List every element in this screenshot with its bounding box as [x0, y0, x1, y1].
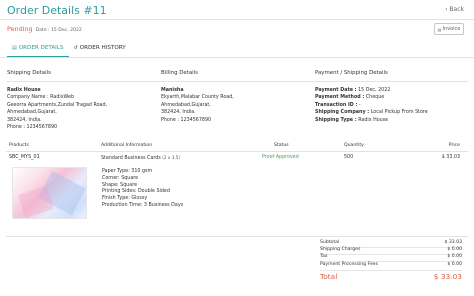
- tab-order-history[interactable]: ↺ ORDER HISTORY: [69, 43, 131, 57]
- shipping-type-value: Radix House: [358, 117, 389, 123]
- table-footer-divider: [6, 236, 468, 237]
- billing-line: Ahmedabad,Gujarat,: [161, 102, 211, 108]
- payment-method-row: Payment Method : Cheque: [315, 94, 428, 101]
- status-badge: Proof Approved: [262, 155, 299, 160]
- column-header-info: Additional Information: [101, 143, 153, 148]
- spec-line: Production Time: 3 Business Days: [102, 202, 184, 208]
- billing-phone: Phone : 1234567890: [161, 117, 212, 123]
- billing-line: Ekyarth,Malabar County Road,: [161, 95, 234, 101]
- invoice-label: Invoice: [442, 26, 461, 32]
- transaction-id-row: Transaction ID : -: [315, 102, 428, 109]
- product-sku: SBC_MYS_01: [9, 155, 40, 160]
- payment-date-label: Payment Date :: [315, 88, 357, 93]
- product-specs: Paper Type: 310 gsm Corner: Square Shape…: [102, 169, 183, 210]
- chevron-left-icon: ‹: [445, 6, 448, 13]
- billing-name: Manisha: [161, 88, 184, 93]
- product-size: (2 x 3.5): [162, 155, 181, 160]
- tab-bar: ▤ ORDER DETAILS ↺ ORDER HISTORY: [7, 43, 131, 57]
- shipping-details-title: Shipping Details: [7, 70, 51, 76]
- shipping-line: Geeorra Apartments,Zundal Tragad Road,: [7, 102, 108, 108]
- summary-value: $ 0.00: [447, 262, 462, 267]
- back-label: Back: [449, 6, 464, 13]
- back-button[interactable]: ‹ Back: [445, 6, 464, 13]
- transaction-id-label: Transaction ID :: [315, 102, 358, 108]
- shipping-type-label: Shipping Type :: [315, 117, 357, 123]
- table-header-divider: [6, 151, 468, 152]
- column-header-status: Status: [274, 143, 289, 148]
- shipping-address: Radix House Company Name : RadixWeb Geeo…: [7, 87, 107, 131]
- item-price: $ 33.03: [441, 155, 460, 160]
- section-divider: [6, 81, 468, 82]
- printer-icon: ▤: [437, 26, 442, 32]
- order-date: Date : 15 Dec, 2022: [35, 28, 82, 33]
- shipping-company-value: Local Pickup From Store: [370, 110, 428, 116]
- shipping-company-label: Shipping Company :: [315, 110, 370, 116]
- order-total: Total $ 33.03: [320, 272, 462, 281]
- header-divider: [0, 19, 474, 20]
- invoice-button[interactable]: ▤ Invoice: [434, 23, 464, 35]
- shipping-line: Company Name : RadixWeb: [7, 95, 75, 101]
- shipping-line: 382424, India.: [7, 117, 42, 123]
- order-status: Pending Date : 15 Dec, 2022: [7, 25, 82, 33]
- document-icon: ▤: [12, 45, 17, 51]
- billing-line: 382424, India.: [161, 110, 196, 116]
- shipping-company-row: Shipping Company : Local Pickup From Sto…: [315, 109, 428, 116]
- spec-line: Corner: Square: [102, 175, 139, 181]
- history-icon: ↺: [73, 45, 78, 51]
- product-name: Standard Business Cards: [101, 156, 161, 161]
- summary-divider: [320, 269, 462, 271]
- payment-date-value: 15 Dec, 2022: [358, 88, 391, 93]
- tab-divider: [0, 56, 474, 58]
- column-header-quantity: Quantity: [344, 143, 364, 148]
- total-value: $ 33.03: [433, 272, 462, 281]
- product-thumbnail[interactable]: [12, 167, 87, 219]
- billing-details-title: Billing Details: [161, 70, 198, 76]
- billing-address: Manisha Ekyarth,Malabar County Road, Ahm…: [161, 87, 234, 124]
- payment-info: Payment Date : 15 Dec, 2022 Payment Meth…: [315, 87, 428, 124]
- spec-line: Finish Type: Glossy: [102, 196, 148, 202]
- summary-processing-fees: Payment Processing Fees $ 0.00: [320, 262, 462, 269]
- product-name-cell: Standard Business Cards (2 x 3.5): [101, 155, 180, 161]
- spec-line: Paper Type: 310 gsm: [102, 169, 153, 174]
- status-badge: Pending: [7, 25, 33, 33]
- total-label: Total: [320, 272, 338, 281]
- column-header-products: Products: [9, 143, 29, 148]
- payment-details-title: Payment / Shipping Details: [315, 70, 388, 76]
- payment-method-value: Cheque: [365, 95, 385, 101]
- shipping-type-row: Shipping Type : Radix House: [315, 117, 428, 124]
- shipping-line: Ahmedabad,Gujarat,: [7, 110, 57, 116]
- tab-label: ORDER DETAILS: [18, 45, 64, 51]
- shipping-phone: Phone : 1234567890: [7, 125, 58, 131]
- payment-date-row: Payment Date : 15 Dec, 2022: [315, 87, 428, 94]
- item-quantity: 500: [344, 155, 354, 160]
- transaction-id-value: -: [358, 102, 361, 108]
- payment-method-label: Payment Method :: [315, 95, 365, 101]
- tab-order-details[interactable]: ▤ ORDER DETAILS: [7, 43, 69, 57]
- shipping-name: Radix House: [7, 88, 41, 93]
- tab-label: ORDER HISTORY: [79, 45, 126, 51]
- page-title: Order Details #11: [7, 4, 107, 17]
- summary-label: Payment Processing Fees: [320, 262, 378, 267]
- column-header-price: Price: [448, 143, 460, 148]
